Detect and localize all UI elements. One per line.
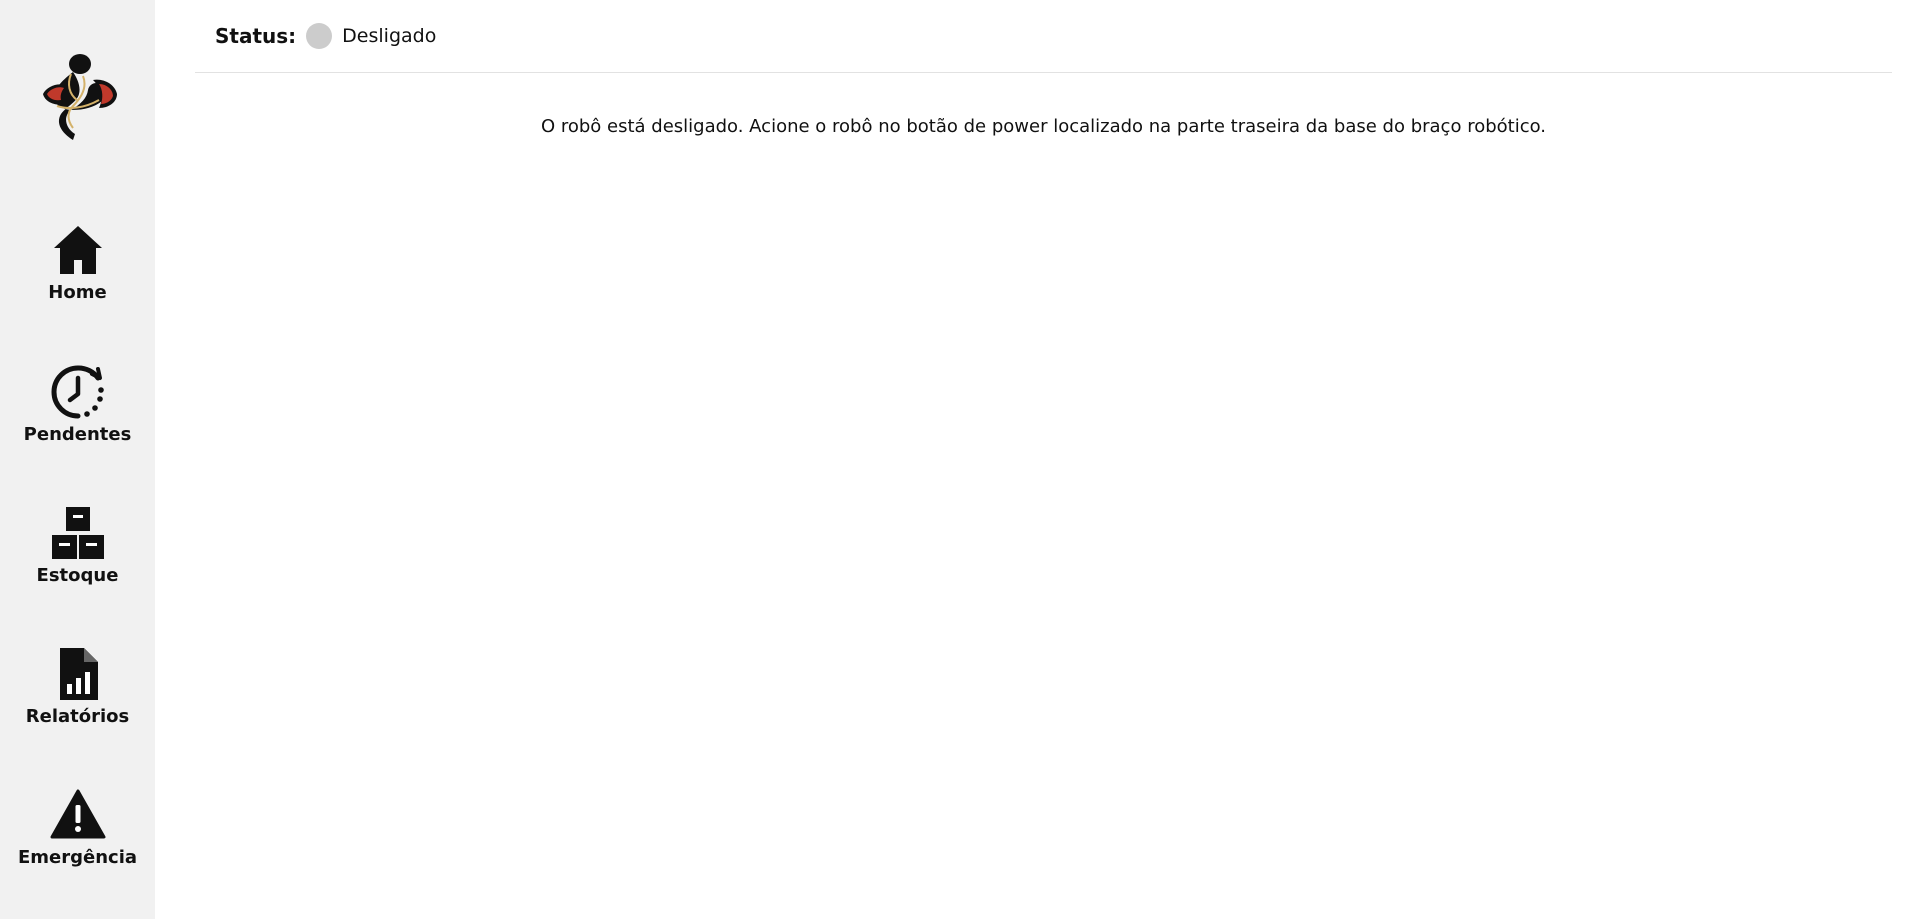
warning-triangle-icon [50,789,105,839]
home-icon [53,226,102,274]
status-indicator [306,23,333,49]
status-label: Status: [215,24,297,48]
report-file-icon [59,648,98,700]
sidebar: Home Pendentes Estoque Relatórios Emergê… [0,0,155,919]
sidebar-item-pendentes[interactable]: Pendentes [0,364,155,464]
sidebar-item-label: Home [48,282,107,303]
sidebar-item-emergencia[interactable]: Emergência [0,787,155,887]
sidebar-item-relatorios[interactable]: Relatórios [0,646,155,746]
sidebar-item-label: Relatórios [25,706,130,727]
status-header: Status: Desligado [195,0,1892,73]
robot-off-message: O robô está desligado. Acione o robô no … [540,116,1547,137]
sidebar-item-label: Estoque [36,565,119,586]
sidebar-item-home[interactable]: Home [0,222,155,322]
app-root: Home Pendentes Estoque Relatórios Emergê… [0,0,1919,919]
snake-arm-logo-icon[interactable] [33,50,123,142]
sidebar-item-label: Emergência [17,847,138,868]
sidebar-item-estoque[interactable]: Estoque [0,505,155,605]
boxes-icon [51,507,104,559]
status-value: Desligado [342,25,437,47]
clock-history-icon [51,365,104,419]
sidebar-item-label: Pendentes [23,424,132,445]
